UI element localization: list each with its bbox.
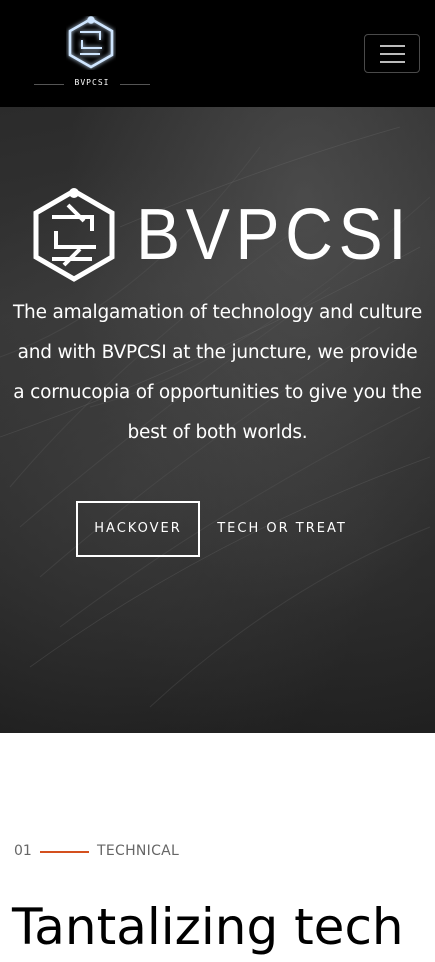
hamburger-menu-icon xyxy=(380,61,405,63)
bvpcsi-hexagon-logo-icon xyxy=(33,188,115,282)
bvpcsi-hexagon-logo-icon xyxy=(68,16,114,69)
section-heading: Tantalizing tech xyxy=(12,898,404,956)
nav-menu-toggle-button[interactable] xyxy=(364,34,420,73)
hamburger-menu-icon xyxy=(380,53,405,55)
hero-section: BVPCSI The amalgamation of technology an… xyxy=(0,107,435,733)
hamburger-menu-icon xyxy=(380,45,405,47)
logo-divider-right xyxy=(120,84,150,85)
hero-title: BVPCSI xyxy=(136,195,413,275)
tech-or-treat-button[interactable]: TECH OR TREAT xyxy=(212,501,352,557)
navbar: BVPCSI xyxy=(0,0,435,107)
section-label: TECHNICAL xyxy=(97,843,180,859)
hero-description: The amalgamation of technology and cultu… xyxy=(12,302,423,443)
section-accent-line xyxy=(40,851,89,853)
nav-logo[interactable]: BVPCSI xyxy=(32,14,156,94)
section-number: 01 xyxy=(14,843,32,859)
hackover-button[interactable]: HACKOVER xyxy=(76,501,200,557)
nav-logo-text: BVPCSI xyxy=(74,78,110,87)
